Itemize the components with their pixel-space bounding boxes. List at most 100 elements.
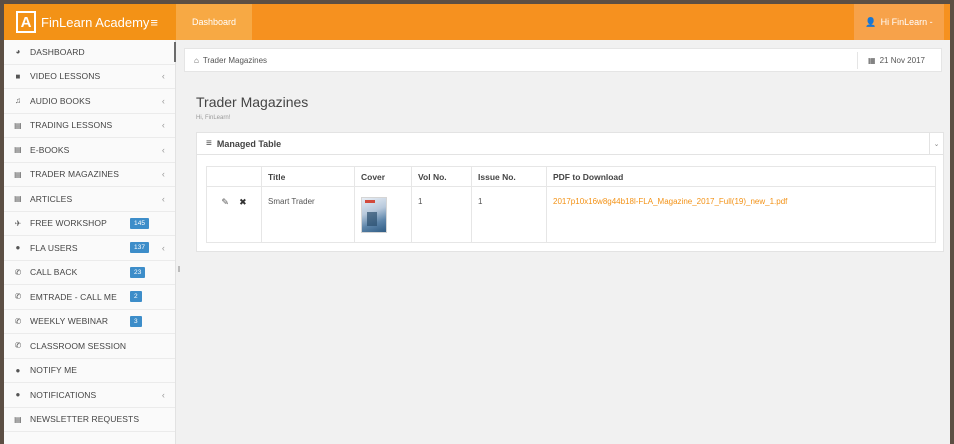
sidebar-item-trading-lessons[interactable]: ▤ TRADING LESSONS ‹ <box>4 114 175 138</box>
home-icon[interactable]: ⌂ <box>194 56 199 65</box>
hamburger-menu-icon[interactable]: ≡ <box>150 15 158 30</box>
pdf-download-link[interactable]: 2017p10x16w8g44b18l-FLA_Magazine_2017_Fu… <box>553 197 787 206</box>
count-badge: 137 <box>130 242 150 254</box>
sidebar-item-newsletter-requests[interactable]: ▤ NEWSLETTER REQUESTS <box>4 408 175 432</box>
sidebar-item-free-workshop[interactable]: ✈ FREE WORKSHOP 145 <box>4 212 175 236</box>
phone-icon: ✆ <box>14 267 22 277</box>
book-icon: ▤ <box>14 194 22 204</box>
nav-dashboard-label: Dashboard <box>191 17 237 27</box>
sidebar-item-notify-me[interactable]: ● NOTIFY ME <box>4 359 175 383</box>
user-menu[interactable]: 👤 Hi FinLearn - <box>854 4 944 40</box>
count-badge: 23 <box>130 266 146 278</box>
delete-icon[interactable]: ✖ <box>239 197 247 208</box>
cell-vol: 1 <box>411 186 472 243</box>
plane-icon: ✈ <box>14 218 22 228</box>
column-header-pdf: PDF to Download <box>546 166 936 187</box>
sidebar-item-label: FREE WORKSHOP <box>30 218 107 229</box>
chevron-left-icon: ‹ <box>161 120 165 131</box>
sidebar-item-label: EMTRADE - CALL ME <box>30 291 117 302</box>
sidebar-item-call-back[interactable]: ✆ CALL BACK 23 <box>4 261 175 285</box>
sidebar-item-weekly-webinar[interactable]: ✆ WEEKLY WEBINAR 3 <box>4 310 175 334</box>
nav-dashboard-tab[interactable]: Dashboard <box>176 4 252 40</box>
cell-issue: 1 <box>471 186 547 243</box>
magazine-cover-image[interactable] <box>361 197 387 233</box>
book-icon: ▤ <box>14 169 22 179</box>
managed-table-panel: ≡ Managed Table ⌄ Title Cover Vol No. Is… <box>196 132 944 252</box>
sidebar-item-audio-books[interactable]: ♫ AUDIO BOOKS ‹ <box>4 89 175 114</box>
sidebar-item-label: E-BOOKS <box>30 144 70 155</box>
app-frame: A FinLearn Academy ≡ Dashboard 👤 Hi FinL… <box>4 4 950 444</box>
sidebar-item-label: CLASSROOM SESSION <box>30 340 127 351</box>
count-badge: 3 <box>130 315 142 327</box>
sidebar-item-trader-magazines[interactable]: ▤ TRADER MAGAZINES ‹ <box>4 163 175 187</box>
edit-icon[interactable]: ✎ <box>221 197 229 208</box>
sidebar-item-notifications[interactable]: ● NOTIFICATIONS ‹ <box>4 383 175 408</box>
list-icon: ≡ <box>206 138 212 149</box>
sidebar-item-label: ARTICLES <box>30 193 73 204</box>
book-icon: ▤ <box>14 120 22 130</box>
sidebar-item-classroom-session[interactable]: ✆ CLASSROOM SESSION <box>4 334 175 359</box>
panel-header: ≡ Managed Table ⌄ <box>197 133 943 155</box>
magazines-table: Title Cover Vol No. Issue No. PDF to Dow… <box>206 166 936 243</box>
user-greeting: Hi FinLearn - <box>880 17 933 27</box>
brand-name: FinLearn Academy <box>41 14 150 30</box>
chevron-left-icon: ‹ <box>161 95 165 106</box>
dashboard-icon: ◕ <box>15 47 21 57</box>
calendar-icon: ▦ <box>868 56 876 65</box>
sidebar-item-label: TRADING LESSONS <box>30 120 113 131</box>
sidebar-item-label: VIDEO LESSONS <box>30 71 101 82</box>
sidebar-item-e-books[interactable]: ▤ E-BOOKS ‹ <box>4 138 175 163</box>
sidebar-item-label: FLA USERS <box>30 242 78 253</box>
comment-icon: ● <box>15 365 21 375</box>
chevron-left-icon: ‹ <box>161 71 165 82</box>
cell-cover <box>354 186 412 243</box>
chevron-left-icon: ‹ <box>161 169 165 180</box>
user-icon: 👤 <box>865 16 877 27</box>
chevron-left-icon: ‹ <box>161 242 165 253</box>
sidebar-item-dashboard[interactable]: ◕ DASHBOARD <box>4 40 176 65</box>
phone-icon: ✆ <box>14 292 22 302</box>
file-icon: ▤ <box>14 414 22 424</box>
sidebar-item-articles[interactable]: ▤ ARTICLES ‹ <box>4 187 175 212</box>
column-header-title: Title <box>261 166 355 187</box>
sidebar-item-video-lessons[interactable]: ■ VIDEO LESSONS ‹ <box>4 65 175 89</box>
cell-pdf: 2017p10x16w8g44b18l-FLA_Magazine_2017_Fu… <box>546 186 936 243</box>
top-navbar: A FinLearn Academy ≡ Dashboard 👤 Hi FinL… <box>4 4 950 40</box>
date-text: 21 Nov 2017 <box>879 56 925 65</box>
sidebar-item-label: AUDIO BOOKS <box>30 95 91 106</box>
sidebar: ◕ DASHBOARD ■ VIDEO LESSONS ‹ ♫ AUDIO BOOKS ‹ ▤ T… <box>4 40 176 444</box>
chevron-left-icon: ‹ <box>161 193 165 204</box>
count-badge: 145 <box>130 217 150 229</box>
column-header-vol: Vol No. <box>411 166 472 187</box>
breadcrumb-current: Trader Magazines <box>202 55 268 65</box>
sidebar-item-label: TRADER MAGAZINES <box>30 169 119 180</box>
phone-icon: ✆ <box>14 316 22 326</box>
column-header-cover: Cover <box>354 166 412 187</box>
table-header-row: Title Cover Vol No. Issue No. PDF to Dow… <box>206 166 936 187</box>
video-icon: ■ <box>15 71 21 81</box>
main-content: ⌂ Trader Magazines ▦ 21 Nov 2017 Trader … <box>180 40 950 444</box>
column-header-issue: Issue No. <box>471 166 547 187</box>
collapse-button[interactable]: ⌄ <box>929 133 943 155</box>
sidebar-item-label: NOTIFY ME <box>30 365 78 376</box>
sidebar-item-label: CALL BACK <box>30 267 78 278</box>
brand-logo: A <box>16 11 36 33</box>
table-row: ✎ ✖ Smart Trader 1 1 2017p10x16w8g44b18l… <box>206 186 936 243</box>
count-badge: 2 <box>130 291 142 303</box>
sidebar-item-emtrade-call-me[interactable]: ✆ EMTRADE - CALL ME 2 <box>4 285 175 310</box>
page-subtitle: Hi, FinLearn! <box>196 115 231 121</box>
page-title: Trader Magazines <box>196 94 309 110</box>
chevron-left-icon: ‹ <box>161 144 165 155</box>
chevron-left-icon: ‹ <box>161 389 165 400</box>
cell-title: Smart Trader <box>261 186 355 243</box>
sidebar-item-label: DASHBOARD <box>30 46 85 57</box>
user-icon: ● <box>15 243 21 253</box>
date-display: ▦ 21 Nov 2017 <box>857 52 935 69</box>
comment-icon: ● <box>15 390 21 400</box>
column-header-actions <box>206 166 262 187</box>
sidebar-item-fla-users[interactable]: ● FLA USERS 137 ‹ <box>4 236 175 261</box>
phone-icon: ✆ <box>14 341 22 351</box>
sidebar-item-label: WEEKLY WEBINAR <box>30 316 109 327</box>
breadcrumb: ⌂ Trader Magazines ▦ 21 Nov 2017 <box>184 48 942 72</box>
brand[interactable]: A FinLearn Academy ≡ <box>4 4 176 40</box>
